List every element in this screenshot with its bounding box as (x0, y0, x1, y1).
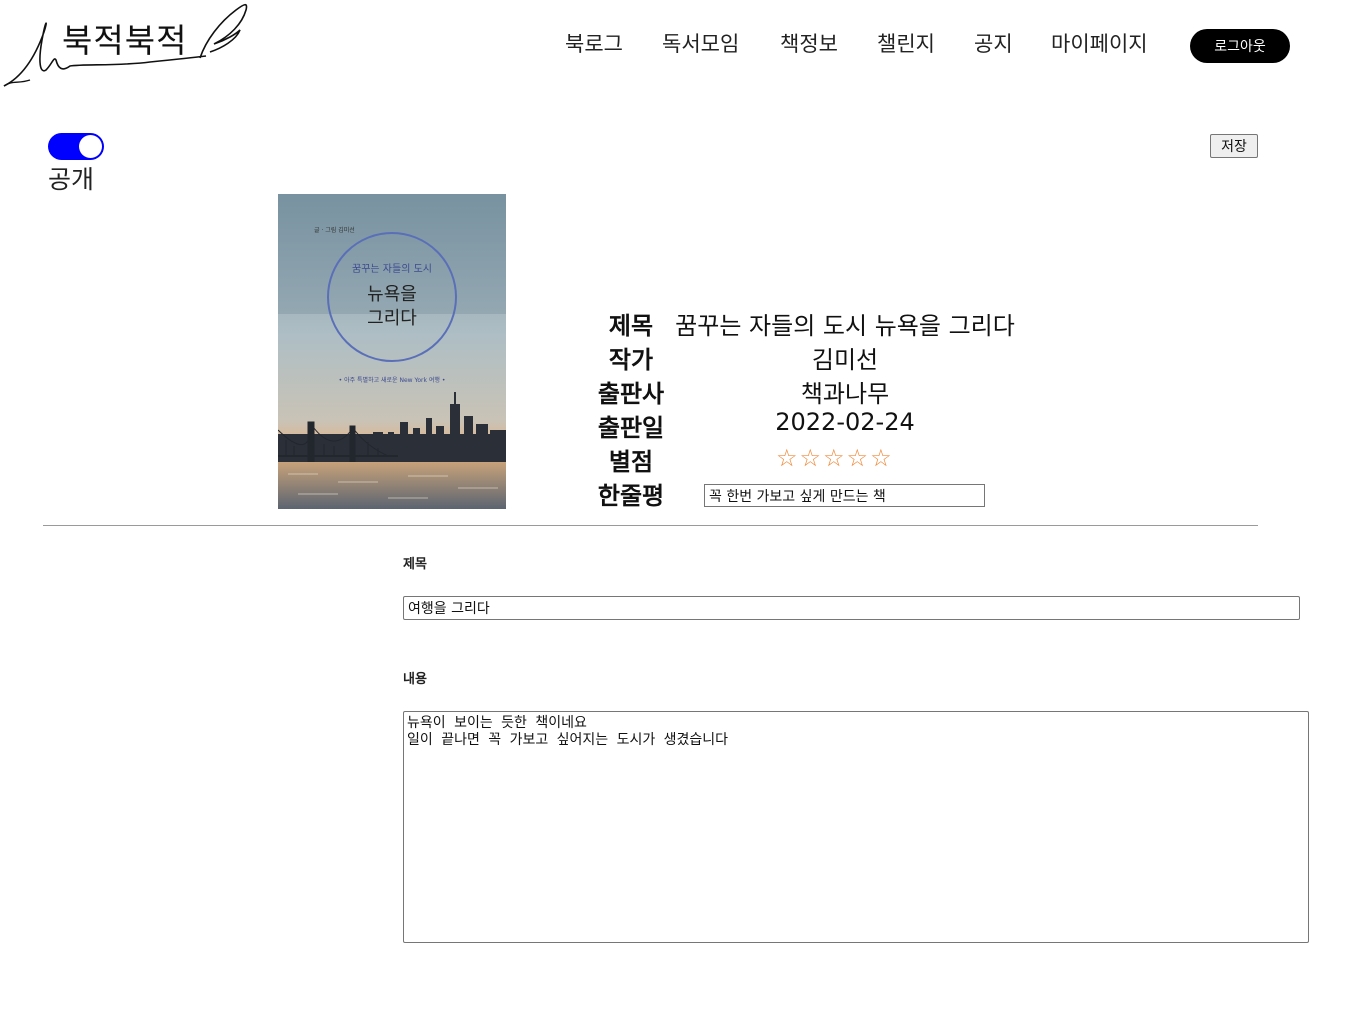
nav-challenge[interactable]: 챌린지 (877, 28, 935, 58)
rating-stars[interactable]: ☆☆☆☆☆ (776, 444, 894, 472)
nav-mypage[interactable]: 마이페이지 (1051, 28, 1148, 58)
section-divider (43, 525, 1258, 526)
one-line-review-input[interactable] (704, 484, 985, 507)
toggle-knob (79, 135, 102, 158)
book-publisher: 책과나무 (800, 380, 890, 408)
post-content-label: 내용 (403, 672, 427, 687)
nav-booklog[interactable]: 북로그 (565, 28, 623, 58)
post-content-textarea[interactable]: 뉴욕이 보이는 듯한 책이네요 일이 끝나면 꼭 가보고 싶어지는 도시가 생겼… (403, 711, 1309, 943)
save-button[interactable]: 저장 (1210, 134, 1258, 158)
public-toggle-label: 공개 (48, 165, 95, 194)
star-icon[interactable]: ☆ (800, 444, 824, 472)
logo-text: 북적북적 (62, 21, 188, 60)
book-publish-date: 2022-02-24 (775, 408, 915, 436)
public-toggle[interactable] (48, 133, 104, 160)
cover-subtitle: 꿈꾸는 자들의 도시 (352, 263, 432, 275)
nav-notice[interactable]: 공지 (974, 28, 1013, 58)
star-icon[interactable]: ☆ (847, 444, 871, 472)
site-logo[interactable]: 북적북적 (0, 0, 260, 92)
cover-tagline: • 아주 특별하고 새로운 New York 여행 • (339, 376, 446, 384)
star-icon[interactable]: ☆ (776, 444, 800, 472)
book-cover-image: 글 · 그림 김미선 꿈꾸는 자들의 도시 뉴욕을 그리다 • 아주 특별하고 … (278, 194, 506, 509)
label-rating: 별점 (608, 448, 654, 476)
post-title-label: 제목 (403, 557, 427, 572)
nav-reading-club[interactable]: 독서모임 (662, 28, 739, 58)
cover-author-text: 글 · 그림 김미선 (314, 226, 355, 234)
cover-title-line2: 그리다 (367, 308, 417, 329)
logout-button[interactable]: 로그아웃 (1190, 29, 1290, 63)
post-title-input[interactable] (403, 596, 1300, 620)
star-icon[interactable]: ☆ (823, 444, 847, 472)
book-title: 꿈꾸는 자들의 도시 뉴욕을 그리다 (675, 312, 1015, 340)
nav-book-info[interactable]: 책정보 (780, 28, 838, 58)
cover-title-line1: 뉴욕을 (367, 284, 417, 305)
book-author: 김미선 (811, 346, 879, 374)
label-review: 한줄평 (597, 482, 665, 510)
star-icon[interactable]: ☆ (870, 444, 894, 472)
